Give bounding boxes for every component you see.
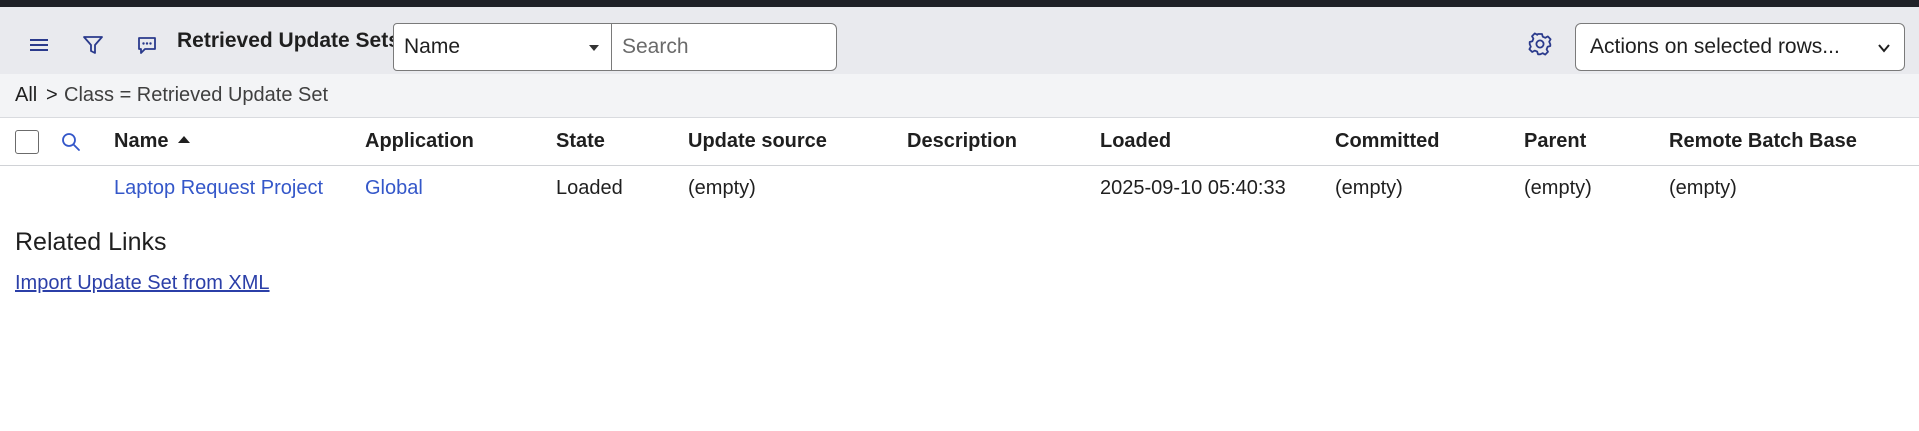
column-header-name[interactable]: Name xyxy=(114,130,191,153)
column-header-update-source[interactable]: Update source xyxy=(688,130,827,153)
search-field-select[interactable]: Name xyxy=(393,23,612,71)
search-input[interactable] xyxy=(612,23,837,71)
column-header-application[interactable]: Application xyxy=(365,130,474,153)
funnel-filter-icon[interactable] xyxy=(73,25,113,65)
row-committed: (empty) xyxy=(1335,177,1403,199)
breadcrumb-all-link[interactable]: All xyxy=(15,84,37,107)
column-header-name-label: Name xyxy=(114,130,169,152)
column-header-state[interactable]: State xyxy=(556,130,605,153)
column-header-parent[interactable]: Parent xyxy=(1524,130,1586,153)
select-all-checkbox[interactable] xyxy=(15,130,39,154)
column-header-description[interactable]: Description xyxy=(907,130,1017,153)
caret-down-icon xyxy=(589,45,599,51)
breadcrumb: All > Class = Retrieved Update Set xyxy=(0,74,1919,118)
list-toolbar: Retrieved Update Sets Name Actions on se… xyxy=(0,7,1919,74)
actions-select-label: Actions on selected rows... xyxy=(1590,35,1840,58)
row-remote-batch-base: (empty) xyxy=(1669,177,1737,199)
breadcrumb-separator: > xyxy=(46,84,58,106)
table-row: Laptop Request Project Global Loaded (em… xyxy=(0,166,1919,212)
list-title: Retrieved Update Sets xyxy=(177,29,400,52)
comment-bubble-icon[interactable] xyxy=(127,25,167,65)
row-parent: (empty) xyxy=(1524,177,1592,199)
column-header-committed[interactable]: Committed xyxy=(1335,130,1439,153)
row-name-link[interactable]: Laptop Request Project xyxy=(114,177,323,200)
row-loaded: 2025-09-10 05:40:33 xyxy=(1100,177,1286,199)
import-update-set-link[interactable]: Import Update Set from XML xyxy=(15,272,270,295)
table-header-row: Name Application State Update source Des… xyxy=(0,118,1919,166)
related-links-heading: Related Links xyxy=(15,228,167,256)
sort-ascending-icon xyxy=(178,136,191,144)
search-columns-icon[interactable] xyxy=(60,131,82,158)
search-field-select-value: Name xyxy=(404,35,461,58)
column-header-remote-batch-base[interactable]: Remote Batch Base xyxy=(1669,130,1857,153)
breadcrumb-condition-link[interactable]: Class = Retrieved Update Set xyxy=(64,84,328,107)
column-header-loaded[interactable]: Loaded xyxy=(1100,130,1171,153)
row-state: Loaded xyxy=(556,177,623,199)
chevron-down-icon xyxy=(1876,38,1892,62)
row-update-source: (empty) xyxy=(688,177,756,199)
top-strip xyxy=(0,0,1919,7)
gear-icon[interactable] xyxy=(1522,26,1558,67)
row-application-link[interactable]: Global xyxy=(365,177,423,200)
hamburger-menu-icon[interactable] xyxy=(19,25,59,65)
actions-on-selected-rows-select[interactable]: Actions on selected rows... xyxy=(1575,23,1905,71)
